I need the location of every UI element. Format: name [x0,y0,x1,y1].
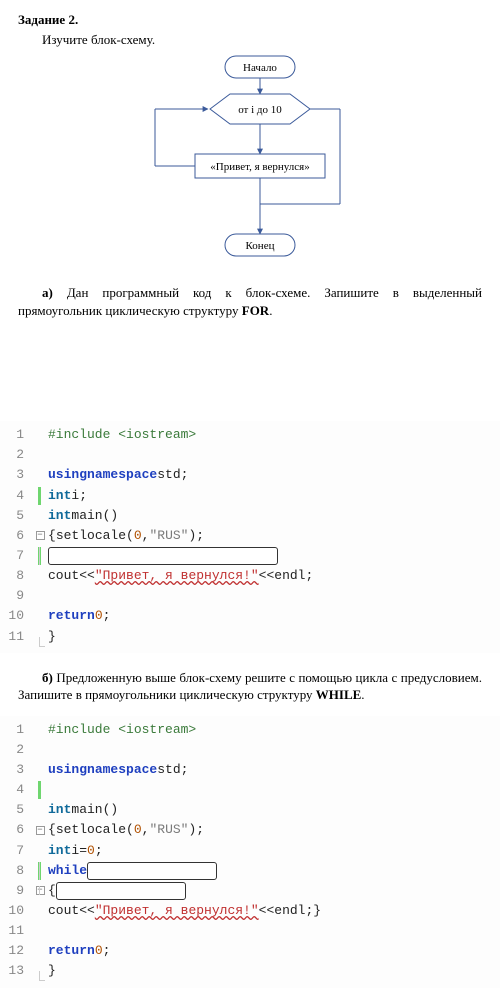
fold-icon[interactable]: − [36,826,45,835]
answer-box-while-cond[interactable] [87,862,217,880]
code-block-a: 1 #include <iostream> 2 3 using namespac… [0,421,500,653]
flowchart: Начало от i до 10 «Привет, я вернулся» К… [18,54,482,274]
task-title: Задание 2. [18,12,482,28]
part-a-text: а) Дан программный код к блок-схеме. Зап… [18,284,482,319]
flow-body-label: «Привет, я вернулся» [210,161,309,173]
code-block-b: 1 #include <iostream> 2 3 using namespac… [0,716,500,988]
part-b-label: б) [42,670,53,685]
part-a-label: а) [42,285,53,300]
flow-end-label: Конец [246,240,275,252]
answer-box-for[interactable] [48,547,278,565]
flow-start-label: Начало [243,62,277,74]
part-b-text: б) Предложенную выше блок-схему решите с… [18,669,482,704]
answer-box-while-body[interactable] [56,882,186,900]
flow-loop-label: от i до 10 [238,104,282,116]
task-subtitle: Изучите блок-схему. [18,32,482,48]
fold-icon[interactable]: − [36,886,45,895]
fold-icon[interactable]: − [36,531,45,540]
